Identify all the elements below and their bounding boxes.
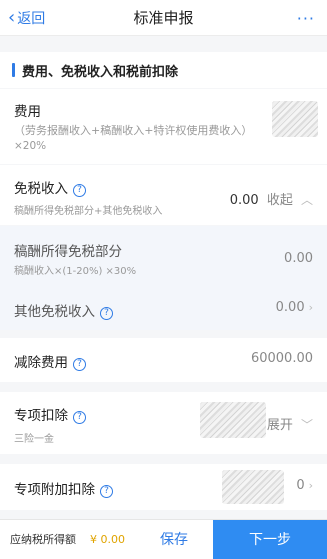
tax-free-income-value: 0.00 bbox=[229, 193, 259, 208]
chevron-right-icon: › bbox=[308, 301, 313, 314]
section-title: 费用、免税收入和税前扣除 bbox=[22, 64, 179, 80]
help-icon[interactable]: ? bbox=[100, 307, 113, 320]
special-deduction-value-redacted bbox=[200, 402, 266, 438]
expense-value-redacted bbox=[272, 101, 318, 137]
next-step-button[interactable]: 下一步 bbox=[213, 520, 327, 559]
collapse-toggle[interactable]: 收起 bbox=[267, 193, 293, 208]
taxable-income-value: ¥ 0.00 bbox=[90, 533, 125, 546]
save-button[interactable]: 保存 bbox=[160, 520, 188, 559]
special-deduction-label: 专项扣除? bbox=[14, 404, 86, 424]
back-button[interactable]: ‹ 返回 bbox=[8, 0, 45, 36]
chevron-left-icon: ‹ bbox=[8, 7, 16, 28]
expense-formula-line2: ×20% bbox=[14, 140, 47, 152]
royalty-exempt-hint: 稿酬收入×(1-20%) ×30% bbox=[14, 266, 137, 277]
other-exempt-label: 其他免税收入? bbox=[14, 300, 113, 320]
tax-free-income-value-group: 0.00 收起 ︿ bbox=[230, 189, 313, 208]
royalty-exempt-row: 稿酬所得免税部分 稿酬收入×(1-20%) ×30% 0.00 bbox=[0, 226, 327, 286]
special-additional-label: 专项附加扣除? bbox=[14, 478, 113, 498]
help-icon[interactable]: ? bbox=[73, 411, 86, 424]
tax-free-income-row[interactable]: 免税收入? 稿酬所得免税部分+其他免税收入 0.00 收起 ︿ bbox=[0, 165, 327, 225]
expense-formula-line1: （劳务报酬收入+稿酬收入+特许权使用费收入） bbox=[14, 124, 253, 137]
section-header: 费用、免税收入和税前扣除 bbox=[0, 52, 327, 88]
special-additional-value-group: 0 › bbox=[296, 478, 313, 493]
special-deduction-row[interactable]: 专项扣除? 三险一金 展开 ﹀ bbox=[0, 392, 327, 454]
royalty-exempt-label: 稿酬所得免税部分 bbox=[14, 244, 122, 260]
section-accent-bar bbox=[12, 63, 15, 77]
deduct-expense-value: 60000.00 bbox=[250, 351, 313, 366]
expand-toggle[interactable]: 展开 bbox=[267, 418, 293, 433]
help-icon[interactable]: ? bbox=[73, 358, 86, 371]
help-icon[interactable]: ? bbox=[100, 485, 113, 498]
special-deduction-toggle-group[interactable]: 展开 ﹀ bbox=[267, 414, 313, 433]
special-additional-value: 0 bbox=[296, 478, 305, 493]
nav-bar: ‹ 返回 标准申报 ··· bbox=[0, 0, 327, 36]
royalty-exempt-value: 0.00 bbox=[284, 251, 313, 266]
deduct-expense-label: 减除费用? bbox=[14, 351, 86, 371]
special-additional-value-redacted bbox=[222, 470, 284, 504]
footer-bar: 应纳税所得额 ¥ 0.00 保存 下一步 bbox=[0, 519, 327, 559]
expense-row: 费用 （劳务报酬收入+稿酬收入+特许权使用费收入） ×20% bbox=[0, 89, 327, 164]
tax-free-income-hint: 稿酬所得免税部分+其他免税收入 bbox=[14, 206, 163, 217]
other-exempt-row[interactable]: 其他免税收入? 0.00 › bbox=[0, 286, 327, 330]
expense-label: 费用 bbox=[14, 104, 41, 120]
tax-free-income-label: 免税收入? bbox=[14, 177, 86, 197]
other-exempt-value-group: 0.00 › bbox=[276, 300, 313, 315]
special-deduction-hint: 三险一金 bbox=[14, 434, 54, 445]
help-icon[interactable]: ? bbox=[73, 184, 86, 197]
special-additional-row[interactable]: 专项附加扣除? 0 › bbox=[0, 464, 327, 510]
other-exempt-value: 0.00 bbox=[275, 300, 305, 315]
chevron-down-icon: ﹀ bbox=[300, 418, 313, 432]
taxable-income-label: 应纳税所得额 bbox=[10, 533, 76, 546]
back-label: 返回 bbox=[17, 11, 46, 27]
deduct-expense-row: 减除费用? 60000.00 bbox=[0, 338, 327, 382]
chevron-up-icon: ︿ bbox=[300, 193, 313, 207]
chevron-right-icon: › bbox=[308, 479, 313, 492]
more-options-button[interactable]: ··· bbox=[297, 0, 315, 36]
page-title: 标准申报 bbox=[133, 9, 194, 27]
